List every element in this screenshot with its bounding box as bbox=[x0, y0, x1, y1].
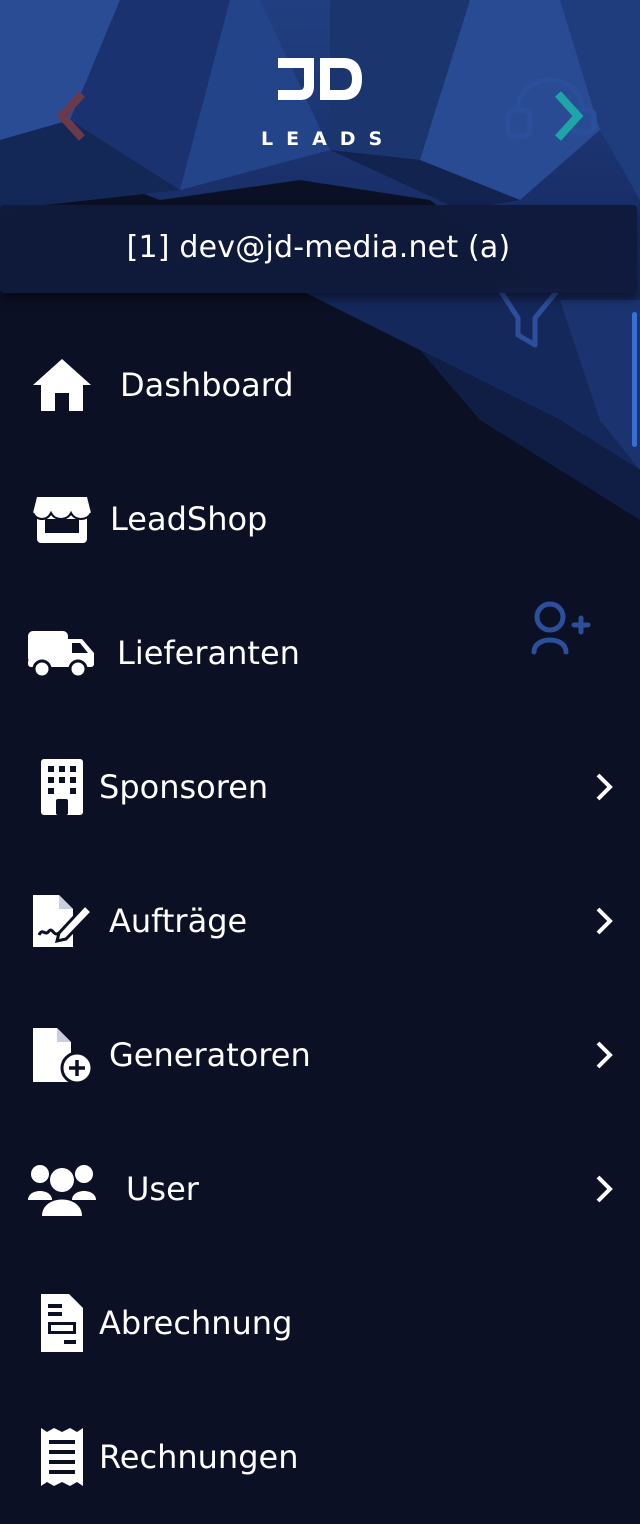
menu-item-user[interactable]: User bbox=[0, 1122, 640, 1256]
account-label: [1] dev@jd-media.net (a) bbox=[126, 229, 511, 265]
file-plus-icon bbox=[26, 1019, 98, 1091]
chevron-right-icon bbox=[555, 91, 584, 141]
menu-item-auftraege[interactable]: Aufträge bbox=[0, 854, 640, 988]
menu-item-rechnungen[interactable]: Rechnungen bbox=[0, 1390, 640, 1524]
menu-label-sponsoren: Sponsoren bbox=[99, 768, 269, 806]
menu-item-sponsoren[interactable]: Sponsoren bbox=[0, 720, 640, 854]
truck-icon bbox=[26, 617, 98, 689]
file-signature-icon bbox=[26, 885, 98, 957]
menu-item-generatoren[interactable]: Generatoren bbox=[0, 988, 640, 1122]
menu-item-dashboard[interactable]: Dashboard bbox=[0, 318, 640, 452]
menu-item-leadshop[interactable]: LeadShop bbox=[0, 452, 640, 586]
store-icon bbox=[26, 483, 98, 555]
menu-label-leadshop: LeadShop bbox=[110, 500, 268, 538]
logo-text: LEADS bbox=[261, 128, 396, 150]
menu-label-rechnungen: Rechnungen bbox=[99, 1438, 299, 1476]
home-icon bbox=[26, 349, 98, 421]
app-header: LEADS bbox=[0, 0, 640, 205]
chevron-right-icon bbox=[590, 1169, 618, 1209]
menu-label-auftraege: Aufträge bbox=[109, 902, 248, 940]
menu-label-user: User bbox=[126, 1170, 199, 1208]
menu-item-abrechnung[interactable]: Abrechnung bbox=[0, 1256, 640, 1390]
menu-label-dashboard: Dashboard bbox=[120, 366, 294, 404]
menu-label-lieferanten: Lieferanten bbox=[117, 634, 300, 672]
chevron-right-icon bbox=[590, 767, 618, 807]
users-icon bbox=[26, 1153, 98, 1225]
menu-label-generatoren: Generatoren bbox=[109, 1036, 311, 1074]
menu-label-abrechnung: Abrechnung bbox=[99, 1304, 293, 1342]
chevron-left-icon bbox=[56, 91, 85, 141]
account-selector[interactable]: [1] dev@jd-media.net (a) bbox=[0, 205, 637, 293]
building-icon bbox=[26, 751, 98, 823]
billing-icon bbox=[26, 1287, 98, 1359]
receipt-icon bbox=[26, 1421, 98, 1493]
next-arrow-button[interactable] bbox=[548, 86, 588, 146]
prev-arrow-button[interactable] bbox=[52, 86, 92, 146]
scrollbar-thumb[interactable] bbox=[632, 312, 637, 447]
menu-item-lieferanten[interactable]: Lieferanten bbox=[0, 586, 640, 720]
chevron-right-icon bbox=[590, 901, 618, 941]
chevron-right-icon bbox=[590, 1035, 618, 1075]
